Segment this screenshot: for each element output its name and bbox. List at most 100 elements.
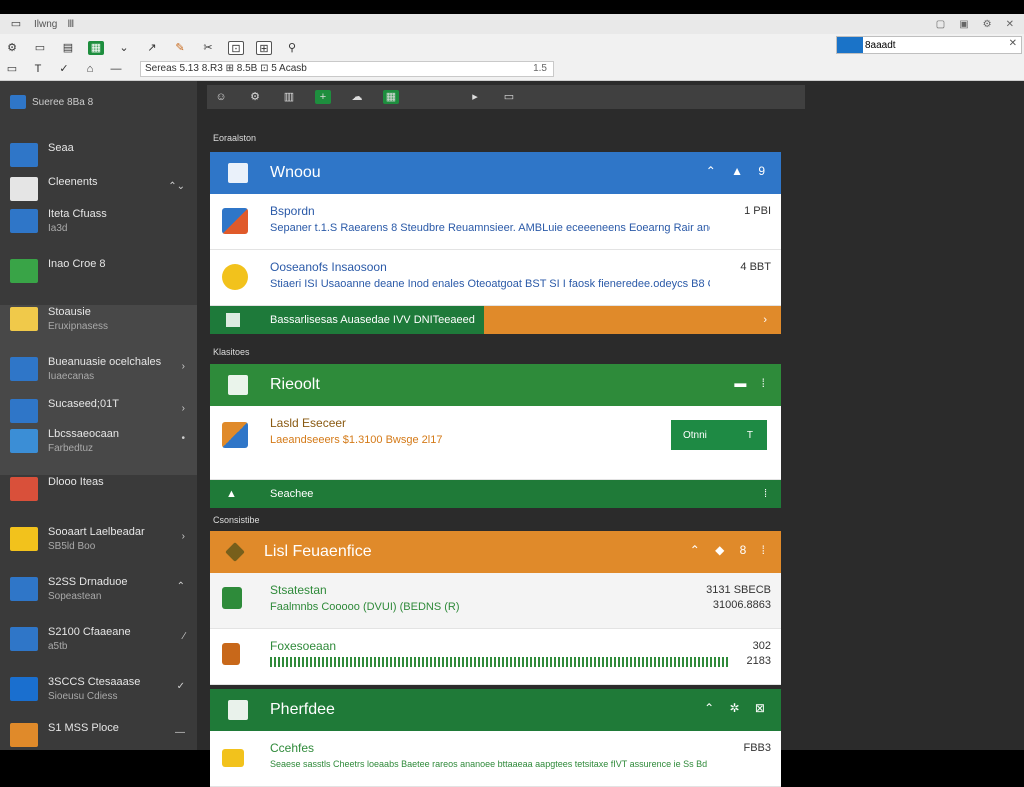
chevron-icon[interactable]: ✓ [177, 681, 185, 692]
sidebar-item-sublabel: Farbedtuz [48, 443, 94, 454]
item-title: Stsatestan [270, 583, 327, 597]
sidebar-item[interactable]: Dlooo Iteas [0, 475, 197, 525]
chevron-icon[interactable]: • [181, 433, 185, 444]
chevron-icon[interactable]: ⌃ [177, 581, 185, 592]
list-item[interactable]: Ooseanofs Insaosoon Stiaeri ISI Usaoanne… [210, 250, 781, 306]
chevron-icon[interactable]: ∕ [183, 631, 185, 642]
app-icon [10, 143, 38, 167]
item-title: Ooseanofs Insaosoon [270, 260, 387, 274]
share-icon[interactable]: ↗ [144, 41, 160, 55]
sidebar-item[interactable]: Sooaart Laelbeadar SB5ld Boo › [0, 525, 197, 575]
search-icon[interactable]: ⚲ [284, 41, 300, 55]
sidebar-item[interactable]: 3SCCS Ctesaaase Sioeusu Cdiess ✓ [0, 675, 197, 721]
check-icon[interactable]: ✓ [56, 62, 72, 76]
tag-icon[interactable]: ⌂ [82, 62, 98, 76]
chevron-icon[interactable]: — [175, 727, 185, 738]
library-icon[interactable]: ▥ [281, 90, 297, 104]
settings-icon[interactable]: ⚙ [4, 41, 20, 55]
play-icon[interactable]: ▸ [467, 90, 483, 104]
brush-icon[interactable]: ✎ [172, 41, 188, 55]
minus-icon[interactable]: — [108, 62, 124, 76]
sidebar-item[interactable]: S1 MSS Ploce — [0, 721, 197, 749]
card-header[interactable]: Rieoolt ▬ ⁞ [210, 364, 781, 406]
sidebar-item[interactable]: Lbcssaeocaan Farbedtuz • [0, 427, 197, 475]
sidebar-item-text: Seaa [48, 141, 74, 156]
item-value: 302 2183 [747, 639, 771, 669]
chevron-icon[interactable]: › [182, 531, 185, 542]
card-header[interactable]: Wnoou ⌃ ▲ 9 [210, 152, 781, 194]
diamond-icon [225, 542, 245, 562]
sidebar-item-label: Iteta Cfuass [48, 208, 107, 220]
card-footer[interactable]: Bassarlisesas Auasedae IVV DNITeeaeed › [210, 306, 781, 334]
image-icon[interactable]: ▭ [4, 62, 20, 76]
dropdown-icon[interactable]: ⌄ [116, 41, 132, 55]
card-title: Lisl Feuaenfice [264, 543, 372, 560]
home-icon [228, 375, 248, 395]
table-icon[interactable]: ⊞ [256, 41, 272, 55]
text-icon[interactable]: T [30, 62, 46, 76]
sidebar-item-text: 3SCCS Ctesaaase Sioeusu Cdiess [48, 675, 140, 704]
card-header-actions[interactable]: ⌃ ✲ ⊠ [704, 701, 771, 715]
list-item[interactable]: Ccehfes Seaese sasstls Cheetrs loeaabs B… [210, 731, 781, 787]
user-icon[interactable]: ☺ [213, 90, 229, 104]
search-button[interactable] [837, 37, 863, 53]
sidebar-item[interactable]: S2SS Drnaduoe Sopeastean ⌃ [0, 575, 197, 625]
card-header-actions[interactable]: ▬ ⁞ [734, 376, 771, 390]
close-icon[interactable]: ✕ [1009, 38, 1017, 49]
sidebar-item[interactable]: Iteta Cfuass Ia3d [0, 207, 197, 257]
sidebar-item[interactable]: Cleenents ⌃⌄ [0, 175, 197, 207]
card-header[interactable]: Pherfdee ⌃ ✲ ⊠ [210, 689, 781, 731]
close-icon[interactable]: ✕ [1006, 19, 1014, 30]
list-item[interactable]: Foxesoeaan 302 2183 [210, 629, 781, 685]
restore-icon[interactable]: ▣ [959, 19, 968, 30]
sidebar-item-label: S2SS Drnaduoe [48, 576, 128, 588]
sidebar-item[interactable]: Bueanuasie ocelchales Iuaecanas › [0, 355, 197, 397]
sidebar-item-label: Cleenents [48, 176, 98, 188]
frame-icon[interactable]: ⊡ [228, 41, 244, 55]
search-input[interactable] [865, 37, 1005, 53]
card-header-actions[interactable]: ⌃ ◆ 8 ⁞ [690, 543, 771, 557]
search-box[interactable]: ✕ [836, 36, 1022, 54]
logo-icon [10, 95, 26, 109]
folder-icon [222, 749, 244, 767]
address-bar[interactable]: Sereas 5.13 8.R3 ⊞ 8.5B ⊡ 5 Acasb 1.5 [140, 61, 554, 77]
cut-icon[interactable]: ✂ [200, 41, 216, 55]
sidebar-item[interactable]: Stoausie Eruxipnasess [0, 305, 197, 355]
spreadsheet-icon[interactable]: ▦ [383, 90, 399, 104]
list-item[interactable]: Bspordn Sepaner t.1.S Raearens 8 Steudbr… [210, 194, 781, 250]
sidebar-item[interactable]: S2100 Cfaaeane a5tb ∕ [0, 625, 197, 675]
card-windows: Wnoou ⌃ ▲ 9 Bspordn Sepaner t.1.S Raeare… [210, 152, 781, 334]
sidebar-item[interactable]: Seaa [0, 141, 197, 175]
open-button[interactable]: Otnni T [671, 420, 767, 450]
item-title: Ccehfes [270, 741, 315, 755]
item-title: Foxesoeaan [270, 639, 337, 653]
app-icon [222, 208, 248, 234]
chevron-icon[interactable]: › [182, 361, 185, 372]
chevron-icon[interactable]: › [182, 403, 185, 414]
cloud-icon[interactable]: ☁ [349, 90, 365, 104]
card-footer[interactable]: ▲ Seachee ⁞ [210, 480, 781, 508]
add-icon[interactable]: + [315, 90, 331, 104]
card-header[interactable]: Lisl Feuaenfice ⌃ ◆ 8 ⁞ [210, 531, 781, 573]
spreadsheet-icon[interactable]: ▦ [88, 41, 104, 55]
item-value: FBB3 [743, 742, 771, 754]
list-item[interactable]: Stsatestan Faalmnbs Cooooo (DVUI) (BEDNS… [210, 573, 781, 629]
settings-icon[interactable]: ⚙ [983, 19, 992, 30]
window-icon[interactable]: ▭ [501, 90, 517, 104]
sidebar-item-label: Sooaart Laelbeadar [48, 526, 145, 538]
sidebar-item[interactable]: Sucaseed;01T › [0, 397, 197, 427]
card-header-actions[interactable]: ⌃ ▲ 9 [706, 164, 771, 178]
folder-icon[interactable]: ▤ [60, 41, 76, 55]
document-icon[interactable]: ▭ [32, 41, 48, 55]
sidebar-item-sublabel: Iuaecanas [48, 371, 95, 382]
item-title: Lasld Eseceer [270, 416, 347, 430]
gear-icon[interactable]: ⚙ [247, 90, 263, 104]
zoom-level: 1.5 [533, 63, 547, 74]
sidebar-item[interactable]: Inao Croe 8 [0, 257, 197, 305]
tab-label[interactable]: Ⅲ [67, 19, 74, 30]
list-item[interactable]: Lasld Eseceer Laeandseeers $1.3100 Bwsge… [210, 406, 781, 480]
minimize-icon[interactable]: ▢ [936, 19, 945, 30]
box-icon [222, 422, 248, 448]
chevron-icon[interactable]: ⌃⌄ [168, 181, 185, 192]
ribbon-row-1: ⚙ ▭ ▤ ▦ ⌄ ↗ ✎ ✂ ⊡ ⊞ ⚲ [4, 38, 300, 58]
